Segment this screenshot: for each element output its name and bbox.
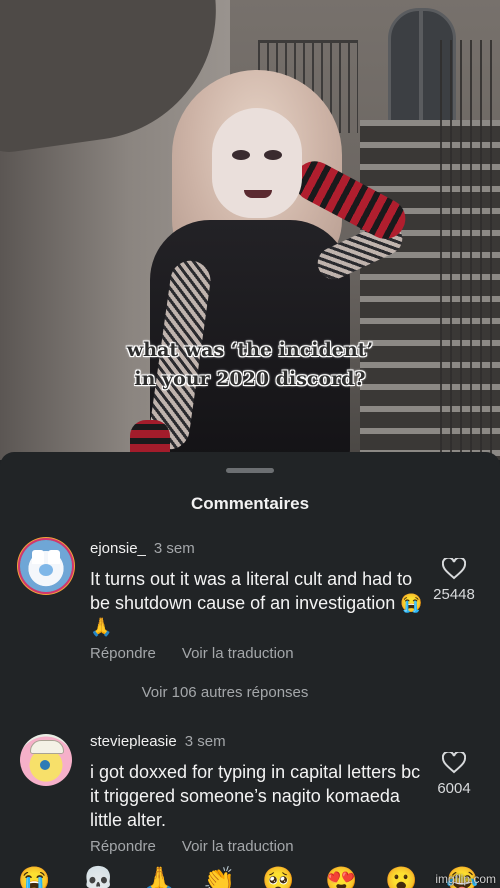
reply-button[interactable]: Répondre <box>90 645 156 662</box>
comment-text: It turns out it was a literal cult and h… <box>90 569 423 637</box>
emoji-clap-icon[interactable]: 👏 <box>203 866 235 888</box>
emoji-crying-icon[interactable]: 😭 <box>18 866 50 888</box>
comment-text: i got doxxed for typing in capital lette… <box>90 762 421 830</box>
sheet-title: Commentaires <box>190 494 310 513</box>
translate-button[interactable]: Voir la traduction <box>182 645 294 662</box>
emoji-pleading-icon[interactable]: 🥺 <box>262 866 294 888</box>
comment-time: 3 sem <box>184 733 226 750</box>
avatar-mark <box>39 564 53 576</box>
emoji-heart-eyes-icon[interactable]: 😍 <box>325 866 357 888</box>
like-count: 6004 <box>437 780 471 797</box>
video-player[interactable]: what was ‘the incident’ in your 2020 dis… <box>0 0 500 460</box>
comment-actions: Répondre Voir la traduction <box>90 838 320 855</box>
avatar-ear-left <box>32 550 44 564</box>
video-caption: what was ‘the incident’ in your 2020 dis… <box>0 336 500 394</box>
avatar[interactable] <box>20 734 72 786</box>
like-button[interactable]: 25448 <box>424 558 484 603</box>
avatar[interactable] <box>20 540 72 592</box>
watermark: imgflip.com <box>435 872 496 886</box>
avatar-eye <box>40 760 50 770</box>
person-eye-right <box>264 150 282 160</box>
emoji-reaction-bar: 😭 💀 🙏 👏 🥺 😍 😮 😂 <box>0 860 500 888</box>
comment-username[interactable]: steviepleasie <box>90 733 177 750</box>
person-face <box>212 108 302 218</box>
comment-username[interactable]: ejonsie_ <box>90 540 146 557</box>
avatar-hat <box>30 740 64 754</box>
comment-time: 3 sem <box>153 540 195 557</box>
avatar-ear-right <box>48 550 60 564</box>
like-button[interactable]: 6004 <box>424 752 484 797</box>
reply-button[interactable]: Répondre <box>90 838 156 855</box>
like-count: 25448 <box>433 586 475 603</box>
caption-line-1: what was ‘the incident’ <box>126 339 374 361</box>
video-person <box>120 70 413 460</box>
emoji-pray-icon[interactable]: 🙏 <box>143 866 175 888</box>
emoji-surprised-icon[interactable]: 😮 <box>385 866 417 888</box>
person-mouth <box>244 190 272 198</box>
heart-icon <box>442 752 466 774</box>
heart-icon <box>442 558 466 580</box>
comment-username-row: steviepleasie 3 sem <box>90 733 226 750</box>
background-stair-railing <box>440 40 500 460</box>
emoji-skull-icon[interactable]: 💀 <box>82 866 114 888</box>
view-more-replies[interactable]: Voir 106 autres réponses <box>0 684 450 701</box>
comment-actions: Répondre Voir la traduction <box>90 645 320 662</box>
caption-line-2: in your 2020 discord? <box>134 368 366 390</box>
person-eye-left <box>232 150 250 160</box>
comment-username-row: ejonsie_ 3 sem <box>90 540 195 557</box>
sheet-drag-handle[interactable] <box>226 468 274 473</box>
translate-button[interactable]: Voir la traduction <box>182 838 294 855</box>
